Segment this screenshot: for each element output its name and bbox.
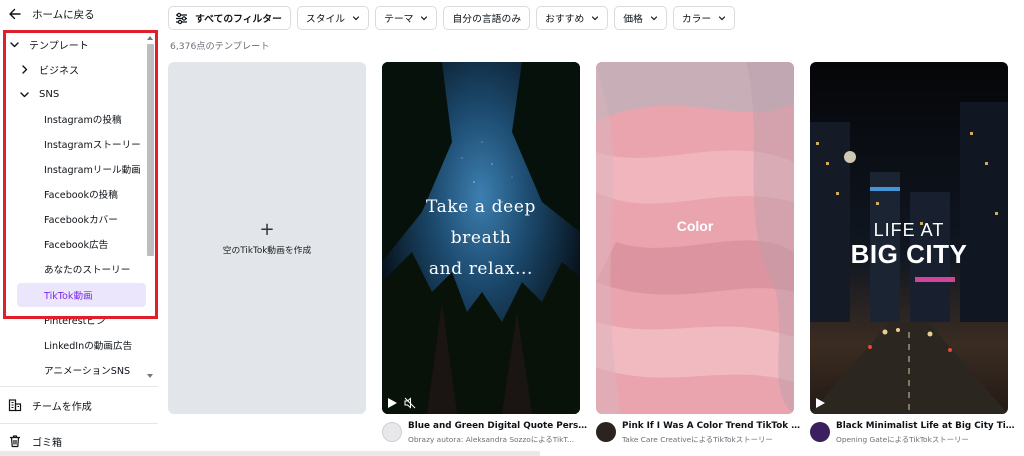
chevron-down-icon	[421, 16, 428, 21]
template-meta[interactable]: Black Minimalist Life at Big City TikT..…	[810, 421, 1020, 445]
template-thumbnail[interactable]: LIFE AT BIG CITY	[810, 62, 1008, 414]
template-meta[interactable]: Blue and Green Digital Quote Person... O…	[382, 421, 592, 445]
template-overlay-text: Take a deep breath and relax...	[382, 192, 580, 285]
chevron-right-icon	[22, 64, 28, 74]
tree-node-templates[interactable]: テンプレート	[9, 33, 89, 55]
sidebar-item-facebook-cover[interactable]: Facebookカバー	[17, 207, 146, 231]
tree-node-business[interactable]: ビジネス	[19, 58, 79, 80]
template-title[interactable]: Blue and Green Digital Quote Person...	[408, 421, 588, 431]
tree-label: SNS	[39, 88, 60, 100]
template-title[interactable]: Black Minimalist Life at Big City TikT..…	[836, 421, 1016, 431]
tree-label: テンプレート	[29, 40, 89, 52]
create-team-label: チームを作成	[32, 401, 92, 413]
color-filter-label: カラー	[681, 14, 712, 25]
sidebar: ホームに戻る テンプレート ビジネス SNS Instagramの投稿 Inst…	[0, 0, 540, 456]
all-filters-button[interactable]: すべてのフィルター	[168, 6, 291, 30]
sidebar-scrollbar[interactable]	[146, 34, 155, 380]
back-to-home-link[interactable]: ホームに戻る	[8, 5, 95, 23]
trash-button[interactable]: ゴミ箱	[8, 431, 62, 451]
overlay-line: and relax...	[428, 259, 534, 279]
divider	[0, 386, 158, 387]
back-label: ホームに戻る	[32, 8, 95, 21]
template-author[interactable]: Obrazy autora: Aleksandra SozzoによるTikT..…	[408, 434, 588, 445]
overlay-line: LIFE AT	[873, 220, 945, 240]
pink-paint-texture-image	[596, 62, 794, 414]
plus-icon: +	[259, 218, 275, 240]
chevron-down-icon	[592, 16, 599, 21]
template-title[interactable]: Pink If I Was A Color Trend TikTok St...	[622, 421, 802, 431]
filter-bar: すべてのフィルター スタイル テーマ 自分の言語のみ おすすめ 価格 カラー	[168, 6, 736, 30]
template-thumbnail[interactable]: Take a deep breath and relax...	[382, 62, 580, 414]
color-filter-dropdown[interactable]: カラー	[672, 6, 736, 30]
trash-label: ゴミ箱	[32, 437, 62, 449]
own-language-only-toggle[interactable]: 自分の言語のみ	[443, 6, 531, 30]
template-overlay-text: Color	[676, 218, 714, 234]
scrollbar-thumb[interactable]	[147, 44, 154, 256]
trash-icon	[10, 435, 20, 448]
own-language-label: 自分の言語のみ	[452, 14, 522, 25]
sliders-icon	[176, 12, 187, 24]
scroll-up-arrow-icon[interactable]	[147, 36, 153, 40]
creator-avatar	[810, 422, 830, 442]
tree-label: ビジネス	[39, 65, 79, 77]
chevron-down-icon	[20, 91, 29, 97]
chevron-down-icon	[10, 41, 19, 47]
horizontal-scrollbar[interactable]	[0, 451, 540, 456]
tree-node-sns[interactable]: SNS	[19, 83, 59, 105]
create-blank-tiktok-card[interactable]: + 空のTikTok動画を作成	[168, 62, 366, 414]
sidebar-item-instagram-story[interactable]: Instagramストーリー	[17, 132, 146, 156]
sidebar-item-animated-sns[interactable]: アニメーションSNS	[17, 358, 146, 382]
scroll-down-arrow-icon[interactable]	[147, 374, 153, 378]
template-thumbnail[interactable]: Color	[596, 62, 794, 414]
creator-avatar	[596, 422, 616, 442]
all-filters-label: すべてのフィルター	[195, 14, 282, 25]
chevron-down-icon	[719, 16, 726, 21]
sidebar-item-instagram-post[interactable]: Instagramの投稿	[17, 107, 146, 131]
sidebar-item-linkedin-video-ad[interactable]: LinkedInの動画広告	[17, 333, 146, 357]
arrow-left-icon	[9, 8, 21, 20]
sidebar-item-instagram-reel[interactable]: Instagramリール動画	[17, 157, 146, 181]
recommended-filter-label: おすすめ	[545, 14, 585, 25]
creator-avatar	[382, 422, 402, 442]
divider	[0, 423, 158, 424]
price-filter-dropdown[interactable]: 価格	[614, 6, 667, 30]
template-meta[interactable]: Pink If I Was A Color Trend TikTok St...…	[596, 421, 806, 445]
category-tree: テンプレート ビジネス SNS Instagramの投稿 Instagramスト…	[0, 30, 158, 382]
theme-filter-dropdown[interactable]: テーマ	[375, 6, 438, 30]
template-author[interactable]: Opening GateによるTikTokストーリー	[836, 434, 1016, 445]
sidebar-item-facebook-ad[interactable]: Facebook広告	[17, 232, 146, 256]
blank-card-label: 空のTikTok動画を作成	[222, 245, 312, 256]
recommended-filter-dropdown[interactable]: おすすめ	[536, 6, 609, 30]
create-team-button[interactable]: チームを作成	[8, 395, 92, 415]
sidebar-item-tiktok-video[interactable]: TikTok動画	[17, 283, 146, 307]
price-filter-label: 価格	[623, 14, 643, 25]
chevron-down-icon	[650, 16, 657, 21]
overlay-line: breath	[450, 228, 512, 248]
sidebar-item-your-story[interactable]: あなたのストーリー	[17, 257, 146, 281]
style-filter-label: スタイル	[305, 14, 346, 25]
team-building-icon	[8, 399, 22, 412]
sidebar-item-pinterest-pin[interactable]: Pinterestピン	[17, 308, 146, 332]
sidebar-item-facebook-post[interactable]: Facebookの投稿	[17, 182, 146, 206]
mute-icon[interactable]	[404, 397, 416, 409]
result-count: 6,376点のテンプレート	[170, 41, 270, 52]
play-icon[interactable]	[816, 398, 825, 408]
theme-filter-label: テーマ	[384, 14, 414, 25]
template-author[interactable]: Take Care CreativeによるTikTokストーリー	[622, 434, 802, 445]
chevron-down-icon	[352, 16, 360, 21]
style-filter-dropdown[interactable]: スタイル	[296, 6, 370, 30]
play-icon[interactable]	[388, 398, 397, 408]
overlay-line: Take a deep	[426, 197, 536, 217]
overlay-line: BIG CITY	[850, 239, 968, 269]
